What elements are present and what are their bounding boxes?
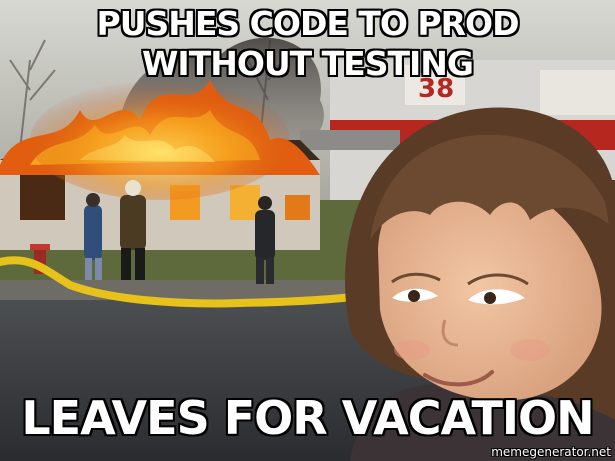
- top-caption: PUSHES CODE TO PROD WITHOUT TESTING: [96, 3, 521, 84]
- meme-image: 38 PUSHES CODE TO PROD WITHOUT TESTING L…: [0, 0, 615, 461]
- bottom-caption: LEAVES FOR VACATION: [20, 390, 595, 446]
- watermark-text: memegenerator.net: [491, 445, 611, 459]
